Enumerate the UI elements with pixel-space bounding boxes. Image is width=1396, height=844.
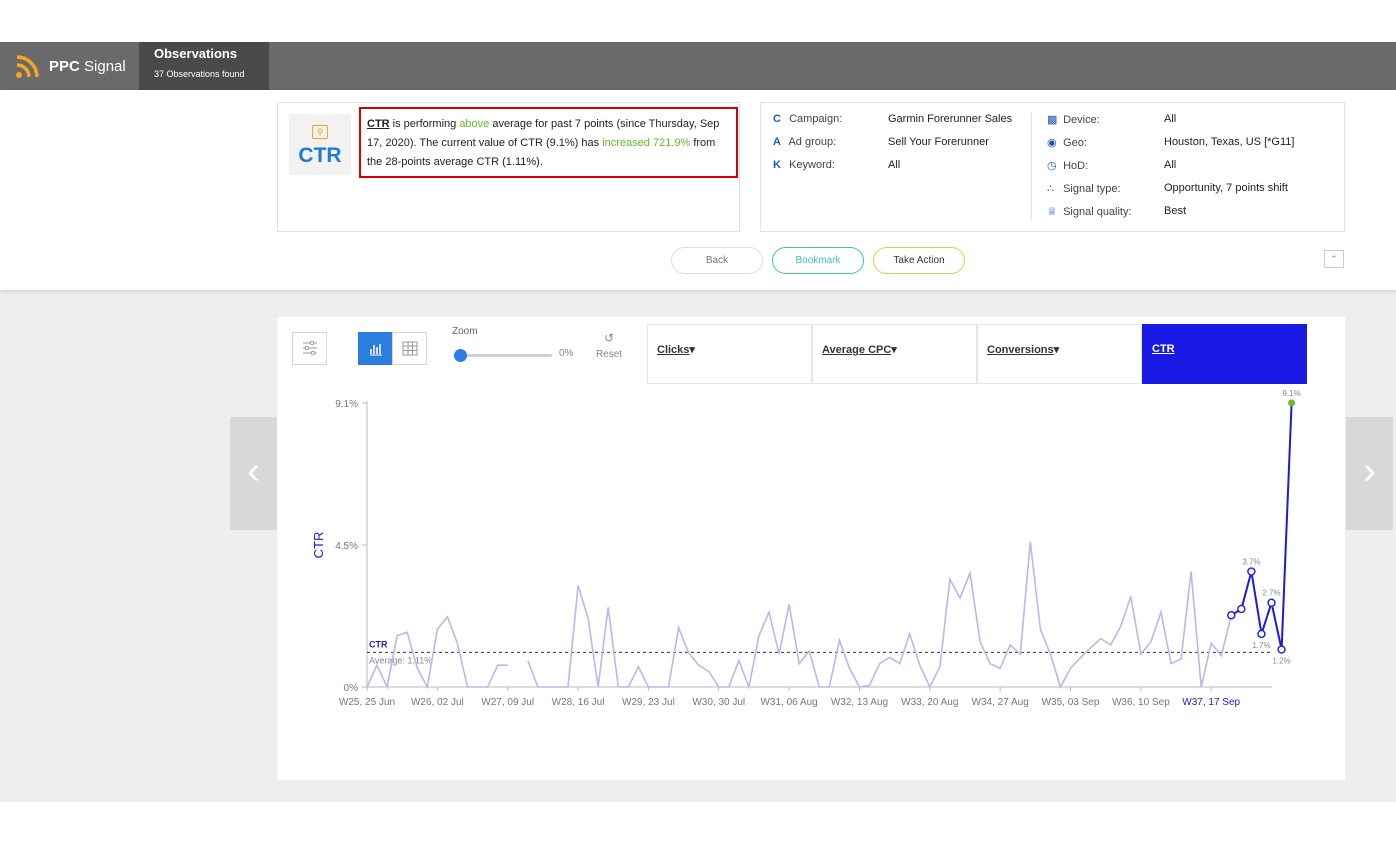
alert-metric-link[interactable]: CTR [367, 118, 390, 130]
y-axis-title: CTR [311, 532, 326, 559]
x-tick-label: W36, 10 Sep [1112, 697, 1170, 708]
data-label: 1.2% [1272, 657, 1290, 666]
data-point [1237, 604, 1246, 614]
x-tick-label: W29, 23 Jul [622, 697, 675, 708]
x-tick-label: W27, 09 Jul [481, 697, 534, 708]
hod-label: ◷ HoD: [1047, 160, 1089, 172]
alert-direction: above [459, 118, 490, 130]
x-tick-label: W33, 20 Aug [901, 697, 958, 708]
chevron-right-icon: › [1363, 450, 1376, 492]
top-navbar: PPC Signal Observations 37 Observations … [0, 42, 1396, 90]
chevron-left-icon: ‹ [247, 450, 260, 492]
observations-count: 37 Observations found [154, 69, 245, 79]
geo-label: ◉ Geo: [1047, 137, 1087, 149]
adgroup-value: Sell Your Forerunner [888, 136, 989, 148]
data-label: 9.1% [1282, 389, 1300, 398]
campaign-icon: C [773, 113, 781, 125]
campaign-value: Garmin Forerunner Sales [888, 113, 1013, 125]
take-action-button[interactable]: Take Action [873, 247, 965, 274]
observation-summary-card: ⚲ CTR CTR is performing above average fo… [277, 102, 740, 232]
x-tick-label: W25, 25 Jun [339, 697, 395, 708]
metric-icon-label: CTR [298, 144, 342, 167]
x-tick-label: W30, 30 Jul [692, 697, 745, 708]
data-label: 2.7% [1262, 589, 1280, 598]
y-tick-label: 0% [344, 683, 359, 694]
adgroup-label: A Ad group: [773, 136, 837, 148]
x-tick-label: W32, 13 Aug [831, 697, 888, 708]
observations-title: Observations [154, 46, 238, 61]
data-point [1257, 629, 1266, 639]
keyword-label: K Keyword: [773, 159, 835, 171]
brand-name: PPC Signal [49, 57, 126, 75]
device-icon: ▩ [1047, 114, 1058, 126]
observation-alert: CTR is performing above average for past… [359, 107, 738, 178]
y-tick-label: 9.1% [335, 399, 358, 410]
keyword-icon: K [773, 159, 781, 171]
keyword-value: All [888, 159, 901, 171]
x-tick-label: W31, 06 Aug [760, 697, 817, 708]
signal-type-label: ∴ Signal type: [1047, 183, 1121, 195]
trophy-icon: ♕ [1047, 206, 1057, 218]
metric-icon: ⚲ CTR [289, 114, 351, 175]
data-point-current [1288, 399, 1296, 407]
chart-card: Zoom 0% ↺ Reset Clicks▾ Average CPC▾ Con… [277, 317, 1345, 780]
alert-text-1: is performing [389, 118, 460, 130]
x-tick-label: W37, 17 Sep [1182, 697, 1240, 708]
signal-icon: ∴ [1047, 183, 1054, 195]
next-observation-button[interactable]: › [1346, 417, 1393, 530]
x-tick-label: W34, 27 Aug [972, 697, 1029, 708]
signal-quality-value: Best [1164, 205, 1187, 217]
geo-value: Houston, Texas, US [*G11] [1164, 136, 1295, 148]
device-value: All [1164, 113, 1177, 125]
data-point [1267, 598, 1276, 607]
observations-tab[interactable]: Observations 37 Observations found [139, 42, 269, 90]
campaign-label: C Campaign: [773, 113, 843, 125]
brand-logo[interactable]: PPC Signal [0, 42, 139, 90]
ctr-line-chart: 0% 4.5% 9.1% CTR W25, 25 Jun W26, 02 Jul W27, … [311, 389, 1301, 708]
collapse-up-icon[interactable]: ⌃ [1324, 250, 1344, 268]
rss-icon [16, 55, 39, 78]
map-pin-icon: ◉ [1047, 137, 1057, 149]
data-label: 3.7% [1242, 558, 1260, 567]
average-series-label: CTR [369, 639, 388, 649]
previous-observation-button[interactable]: ‹ [230, 417, 277, 530]
data-point [1247, 567, 1256, 576]
observation-properties-card: C Campaign: Garmin Forerunner Sales A Ad… [760, 102, 1345, 232]
properties-divider [1031, 113, 1032, 221]
data-point [1277, 645, 1286, 654]
signal-type-value: Opportunity, 7 points shift [1164, 182, 1288, 194]
adgroup-icon: A [773, 136, 781, 148]
alert-change: increased 721.9% [602, 137, 691, 149]
x-tick-label: W26, 02 Jul [411, 697, 464, 708]
hod-value: All [1164, 159, 1177, 171]
data-point [1227, 611, 1236, 620]
signal-quality-label: ♕ Signal quality: [1047, 206, 1132, 218]
clock-icon: ◷ [1047, 160, 1057, 172]
average-value-label: Average: 1.11% [369, 655, 432, 665]
device-label: ▩ Device: [1047, 114, 1100, 126]
data-label: 1.7% [1252, 641, 1270, 650]
x-tick-label: W35, 03 Sep [1042, 697, 1100, 708]
x-tick-label: W28, 16 Jul [552, 697, 605, 708]
back-button[interactable]: Back [671, 247, 763, 274]
y-tick-label: 4.5% [335, 541, 358, 552]
history-series-line [527, 541, 1233, 690]
history-series-line [366, 615, 508, 690]
bookmark-button[interactable]: Bookmark [772, 247, 864, 274]
magnifier-icon: ⚲ [312, 125, 328, 139]
